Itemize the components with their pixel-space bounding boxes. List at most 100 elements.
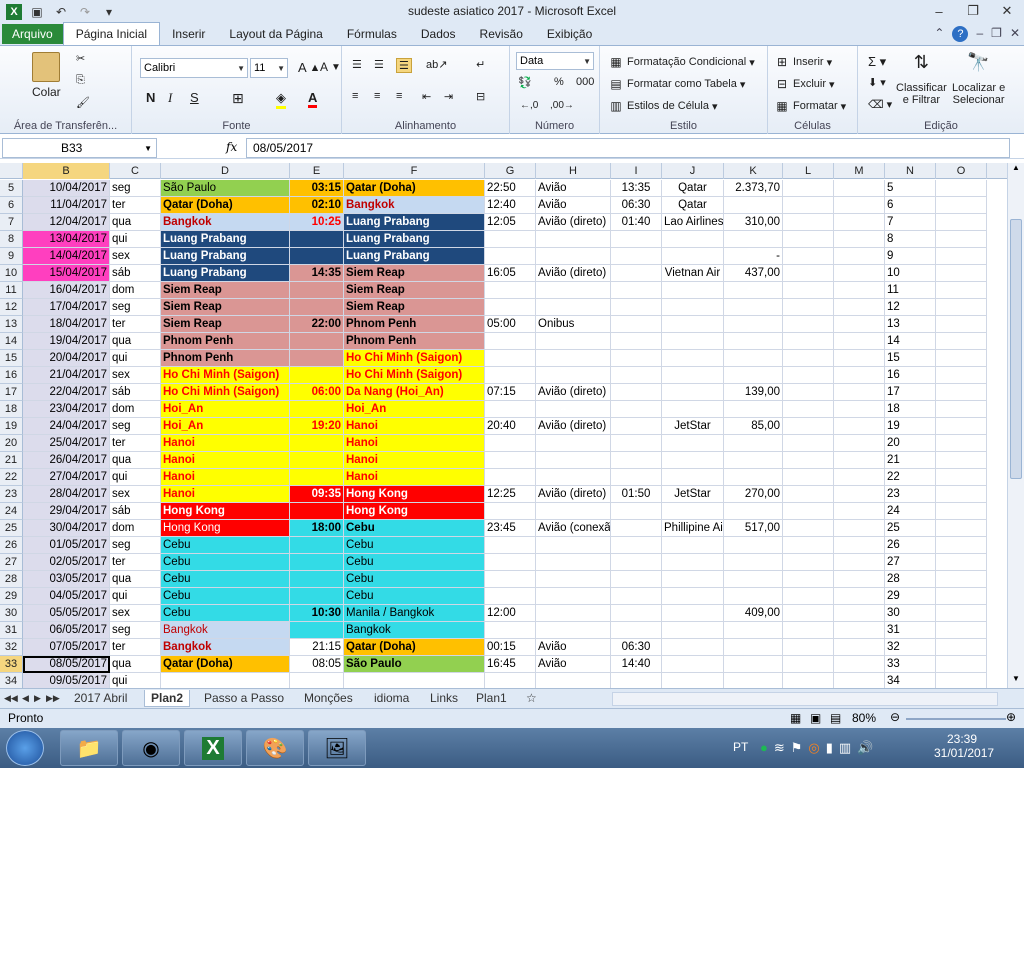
cell-i16[interactable] xyxy=(611,367,662,384)
cell-f23[interactable]: Hong Kong xyxy=(344,486,485,503)
font-size-select[interactable]: 11 ▼ xyxy=(250,58,288,78)
cell-f17[interactable]: Da Nang (Hoi_An) xyxy=(344,384,485,401)
cell-o20[interactable] xyxy=(936,435,987,452)
cell-n7[interactable]: 7 xyxy=(885,214,936,231)
column-header-d[interactable]: D xyxy=(161,163,290,179)
row-header[interactable]: 22 xyxy=(0,469,23,486)
cell-o8[interactable] xyxy=(936,231,987,248)
cell-b19[interactable]: 24/04/2017 xyxy=(23,418,110,435)
cell-i13[interactable] xyxy=(611,316,662,333)
tray-app-icon[interactable]: ≋ xyxy=(774,740,785,756)
cell-d27[interactable]: Cebu xyxy=(161,554,290,571)
cell-o25[interactable] xyxy=(936,520,987,537)
row-header[interactable]: 14 xyxy=(0,333,23,350)
cell-k16[interactable] xyxy=(724,367,783,384)
cell-m27[interactable] xyxy=(834,554,885,571)
cell-h17[interactable]: Avião (direto) xyxy=(536,384,611,401)
cell-b6[interactable]: 11/04/2017 xyxy=(23,197,110,214)
column-header-j[interactable]: J xyxy=(662,163,724,179)
cell-b29[interactable]: 04/05/2017 xyxy=(23,588,110,605)
cell-b10[interactable]: 15/04/2017 xyxy=(23,265,110,282)
cell-d23[interactable]: Hanoi xyxy=(161,486,290,503)
cell-h7[interactable]: Avião (direto) xyxy=(536,214,611,231)
cell-k10[interactable]: 437,00 xyxy=(724,265,783,282)
row-header[interactable]: 8 xyxy=(0,231,23,248)
cell-i33[interactable]: 14:40 xyxy=(611,656,662,673)
normal-view-icon[interactable]: ▦ xyxy=(790,711,801,725)
cell-o22[interactable] xyxy=(936,469,987,486)
cell-n17[interactable]: 17 xyxy=(885,384,936,401)
cell-e5[interactable]: 03:15 xyxy=(290,180,344,197)
cell-f31[interactable]: Bangkok xyxy=(344,622,485,639)
tab-insert[interactable]: Inserir xyxy=(160,23,217,45)
cell-m10[interactable] xyxy=(834,265,885,282)
sheet-tab-2017-abril[interactable]: 2017 Abril xyxy=(68,690,133,707)
cell-m11[interactable] xyxy=(834,282,885,299)
cell-h28[interactable] xyxy=(536,571,611,588)
cell-d33[interactable]: Qatar (Doha) xyxy=(161,656,290,673)
cell-k17[interactable]: 139,00 xyxy=(724,384,783,401)
cell-j9[interactable] xyxy=(662,248,724,265)
merge-center-icon[interactable]: ⊟ xyxy=(476,90,485,103)
cell-j34[interactable] xyxy=(662,673,724,688)
cell-h19[interactable]: Avião (direto) xyxy=(536,418,611,435)
sheet-tab-moncoes[interactable]: Monções xyxy=(298,690,359,707)
cell-b28[interactable]: 03/05/2017 xyxy=(23,571,110,588)
cell-l12[interactable] xyxy=(783,299,834,316)
row-header[interactable]: 9 xyxy=(0,248,23,265)
cell-styles-button[interactable]: ▥ Estilos de Célula ▾ xyxy=(608,98,717,114)
doc-minimize-icon[interactable]: – xyxy=(976,26,983,42)
cell-c11[interactable]: dom xyxy=(110,282,161,299)
cell-b18[interactable]: 23/04/2017 xyxy=(23,401,110,418)
cell-d17[interactable]: Ho Chi Minh (Saigon) xyxy=(161,384,290,401)
cell-d15[interactable]: Phnom Penh xyxy=(161,350,290,367)
row-header[interactable]: 17 xyxy=(0,384,23,401)
cell-i9[interactable] xyxy=(611,248,662,265)
cell-f5[interactable]: Qatar (Doha) xyxy=(344,180,485,197)
scroll-thumb[interactable] xyxy=(1010,219,1022,479)
cell-d31[interactable]: Bangkok xyxy=(161,622,290,639)
cell-e12[interactable] xyxy=(290,299,344,316)
cell-f26[interactable]: Cebu xyxy=(344,537,485,554)
zoom-in-icon[interactable]: ⊕ xyxy=(1006,710,1016,724)
cell-f12[interactable]: Siem Reap xyxy=(344,299,485,316)
cell-c14[interactable]: qua xyxy=(110,333,161,350)
cell-b21[interactable]: 26/04/2017 xyxy=(23,452,110,469)
cell-e9[interactable] xyxy=(290,248,344,265)
percent-icon[interactable]: % xyxy=(554,76,564,88)
row-header[interactable]: 19 xyxy=(0,418,23,435)
cell-k14[interactable] xyxy=(724,333,783,350)
scroll-up-icon[interactable]: ▲ xyxy=(1008,163,1024,177)
cell-n10[interactable]: 10 xyxy=(885,265,936,282)
redo-icon[interactable]: ↷ xyxy=(76,3,94,21)
format-painter-icon[interactable]: 🖌 xyxy=(76,96,90,109)
row-header[interactable]: 10 xyxy=(0,265,23,282)
flag-icon[interactable]: ⚑ xyxy=(791,740,803,756)
first-sheet-icon[interactable]: ◀◀ xyxy=(2,690,20,707)
cell-m25[interactable] xyxy=(834,520,885,537)
cell-n15[interactable]: 15 xyxy=(885,350,936,367)
row-header[interactable]: 13 xyxy=(0,316,23,333)
cell-l7[interactable] xyxy=(783,214,834,231)
cell-n25[interactable]: 25 xyxy=(885,520,936,537)
cell-g21[interactable] xyxy=(485,452,536,469)
cell-g28[interactable] xyxy=(485,571,536,588)
shrink-font-icon[interactable]: A ▼ xyxy=(320,60,341,74)
excel-taskbar-icon[interactable]: X xyxy=(184,730,242,766)
sheet-tab-passo-a-passo[interactable]: Passo a Passo xyxy=(198,690,290,707)
cell-n27[interactable]: 27 xyxy=(885,554,936,571)
font-name-select[interactable]: Calibri ▼ xyxy=(140,58,248,78)
column-header-g[interactable]: G xyxy=(485,163,536,179)
cell-c29[interactable]: qui xyxy=(110,588,161,605)
cell-e13[interactable]: 22:00 xyxy=(290,316,344,333)
fill-icon[interactable]: ⬇ ▾ xyxy=(868,76,886,89)
delete-cells-button[interactable]: ⊟ Excluir ▾ xyxy=(774,76,835,92)
cell-l21[interactable] xyxy=(783,452,834,469)
cell-c25[interactable]: dom xyxy=(110,520,161,537)
cell-o13[interactable] xyxy=(936,316,987,333)
cell-h18[interactable] xyxy=(536,401,611,418)
cell-c23[interactable]: sex xyxy=(110,486,161,503)
cell-c5[interactable]: seg xyxy=(110,180,161,197)
customize-qa-icon[interactable]: ▾ xyxy=(100,3,118,21)
cell-e10[interactable]: 14:35 xyxy=(290,265,344,282)
